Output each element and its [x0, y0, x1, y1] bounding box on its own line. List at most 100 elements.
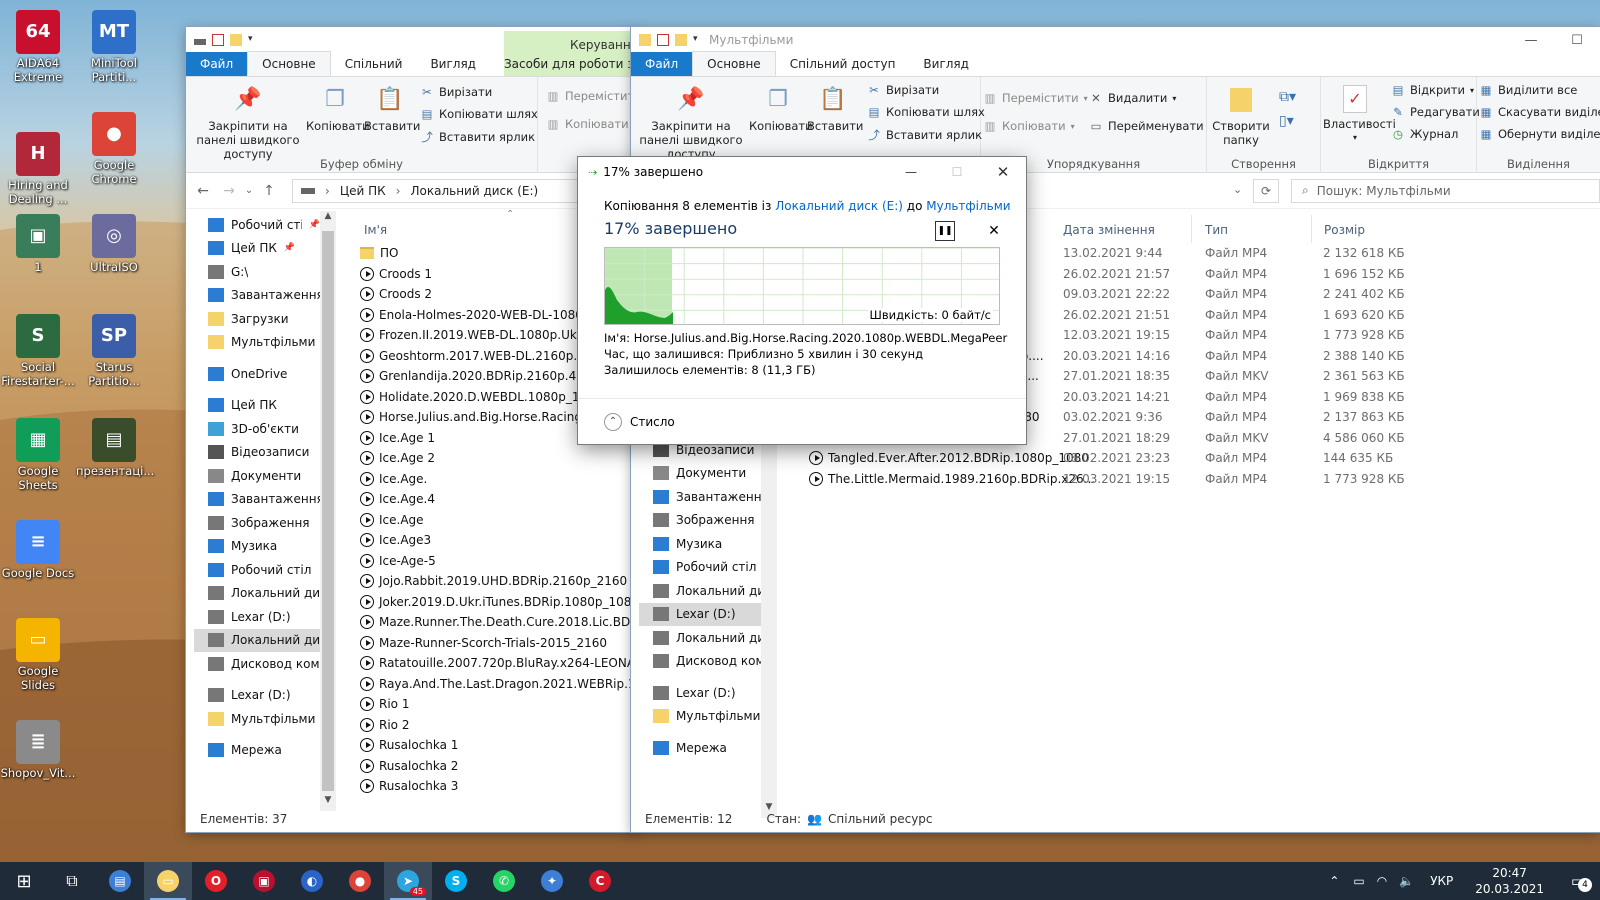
move-to-button[interactable]: ▥ Перемістити: [546, 89, 638, 103]
desktop-icon[interactable]: 64 AIDA64 Extreme: [0, 10, 76, 84]
tab-view[interactable]: Вигляд: [416, 52, 490, 76]
scroll-down-icon[interactable]: ▼: [320, 795, 336, 811]
taskbar-telegram-icon[interactable]: ➤ 45: [384, 862, 432, 900]
nav-item[interactable]: Музика: [194, 535, 320, 559]
tab-video-tools[interactable]: Засоби для роботи з: [490, 52, 638, 76]
copy-path-button[interactable]: ▤ Копіювати шлях: [867, 105, 985, 119]
file-row[interactable]: The.Little.Mermaid.1989.2160p.BDRip.x26.…: [809, 469, 1569, 490]
new-folder-icon[interactable]: [675, 34, 687, 46]
edit-button[interactable]: ✎ Редагувати: [1391, 105, 1480, 119]
left-nav-scroll-thumb[interactable]: [322, 231, 334, 791]
copy-button[interactable]: ❐ Копіювати: [749, 85, 813, 134]
file-row[interactable]: Maze-Runner-Scorch-Trials-2015_2160: [360, 633, 638, 654]
language-indicator[interactable]: УКР: [1420, 874, 1463, 888]
nav-item[interactable]: Дисковод комп: [194, 652, 320, 676]
nav-item[interactable]: Lexar (D:): [639, 681, 761, 705]
scroll-up-icon[interactable]: ▲: [320, 211, 336, 227]
open-button[interactable]: ▤ Відкрити ▾: [1391, 83, 1474, 97]
taskbar-skype-icon[interactable]: S: [432, 862, 480, 900]
paste-shortcut-button[interactable]: ⤴ Вставити ярлик: [867, 127, 982, 143]
start-windows-icon[interactable]: ⊞: [0, 862, 48, 900]
dialog-close-button[interactable]: ✕: [980, 157, 1026, 187]
tab-file[interactable]: Файл: [631, 52, 693, 76]
nav-item[interactable]: Зображення: [194, 511, 320, 535]
taskbar-chrome-icon[interactable]: ●: [336, 862, 384, 900]
file-row[interactable]: Ice-Age-5: [360, 551, 638, 572]
easy-access-icon[interactable]: ▯▾: [1279, 113, 1294, 129]
file-row[interactable]: Raya.And.The.Last.Dragon.2021.WEBRip.108…: [360, 674, 638, 695]
new-folder-icon[interactable]: [230, 34, 242, 46]
copy-to-button[interactable]: ▥ Копіювати: [546, 117, 629, 131]
address-dropdown-icon[interactable]: ⌄: [1233, 183, 1242, 196]
nav-item[interactable]: Робочий стіл: [639, 556, 761, 580]
desktop-icon[interactable]: SP Starus Partitio...: [76, 314, 152, 388]
nav-item[interactable]: 3D-об'єкти: [194, 417, 320, 441]
taskbar-app-c-icon[interactable]: C: [576, 862, 624, 900]
nav-item[interactable]: Мережа: [639, 736, 761, 760]
nav-item[interactable]: Lexar (D:): [639, 602, 761, 626]
tab-home[interactable]: Основне: [247, 51, 331, 76]
desktop-icon[interactable]: ▦ Google Sheets: [0, 418, 76, 492]
delete-button[interactable]: ✕ Видалити ▾: [1089, 91, 1176, 105]
pin-icon[interactable]: 📌: [309, 220, 320, 230]
file-row[interactable]: Ratatouille.2007.720p.BluRay.x264-LEONAR…: [360, 653, 638, 674]
file-row[interactable]: Ice.Age3: [360, 530, 638, 551]
source-link[interactable]: Локальний диск (E:): [775, 199, 903, 213]
new-item-icon[interactable]: ⧉▾: [1279, 89, 1296, 105]
collapse-chevron-icon[interactable]: ⌃: [604, 412, 622, 431]
less-details-link[interactable]: Стисло: [630, 415, 675, 429]
nav-item[interactable]: Мультфільми: [194, 331, 320, 355]
nav-item[interactable]: Робочий стіл: [194, 558, 320, 582]
tab-view[interactable]: Вигляд: [909, 52, 983, 76]
select-none-button[interactable]: ▦ Скасувати виділенн: [1479, 105, 1600, 119]
qa-dropdown-icon[interactable]: ▾: [693, 34, 701, 46]
desktop-icon[interactable]: ◎ UltraISO: [76, 214, 152, 274]
nav-item[interactable]: OneDrive: [194, 362, 320, 386]
pin-quick-access-button[interactable]: 📌 Закріпити на панелі швидкого доступу: [194, 85, 302, 162]
nav-item[interactable]: Відеозаписи: [194, 441, 320, 465]
column-divider[interactable]: [1311, 215, 1312, 243]
desktop-icon[interactable]: ≣ Shopov_Vit...: [0, 720, 76, 780]
paste-button[interactable]: 📋 Вставити: [807, 85, 863, 134]
forward-icon[interactable]: →: [216, 183, 242, 199]
nav-item[interactable]: Мережа: [194, 739, 320, 763]
pause-button[interactable]: ❚❚: [935, 221, 955, 241]
nav-item[interactable]: Lexar (D:): [194, 605, 320, 629]
nav-item[interactable]: Цей ПК 📌: [194, 237, 320, 261]
nav-item[interactable]: Локальний диск: [639, 626, 761, 650]
minimize-button[interactable]: —: [1508, 27, 1554, 53]
nav-item[interactable]: Музика: [639, 532, 761, 556]
right-nav-scrollbar[interactable]: ▼: [761, 438, 777, 818]
nav-item[interactable]: Локальний диск: [194, 582, 320, 606]
nav-item[interactable]: Документи: [194, 464, 320, 488]
desktop-icon[interactable]: ≡ Google Docs: [0, 520, 76, 580]
file-row[interactable]: Ice.Age.: [360, 469, 638, 490]
copy-path-button[interactable]: ▤ Копіювати шлях: [420, 107, 538, 121]
recent-dropdown-icon[interactable]: ⌄: [242, 185, 256, 196]
desktop-icon[interactable]: ▤ презентаці...: [76, 418, 154, 478]
column-header-size[interactable]: Розмір: [1324, 223, 1365, 237]
column-header-date[interactable]: Дата змінення: [1063, 223, 1155, 237]
left-nav-scrollbar[interactable]: ▲ ▼: [320, 211, 336, 811]
paste-shortcut-button[interactable]: ⤴ Вставити ярлик: [420, 129, 535, 145]
tray-overflow-icon[interactable]: ⌃: [1321, 874, 1347, 888]
nav-item[interactable]: Цей ПК: [194, 394, 320, 418]
column-divider[interactable]: [1191, 215, 1192, 243]
nav-item[interactable]: G:\: [194, 260, 320, 284]
qa-dropdown-icon[interactable]: ▾: [248, 34, 256, 46]
file-row[interactable]: Maze.Runner.The.Death.Cure.2018.Lic.BDRi…: [360, 612, 638, 633]
nav-item[interactable]: Завантаження: [194, 488, 320, 512]
file-row[interactable]: Jojo.Rabbit.2019.UHD.BDRip.2160p_2160: [360, 571, 638, 592]
pin-icon[interactable]: 📌: [284, 243, 295, 253]
nav-item[interactable]: Мультфільми: [194, 707, 320, 731]
nav-item[interactable]: Локальний диск: [194, 628, 320, 652]
tab-share[interactable]: Спільний доступ: [331, 52, 417, 95]
taskbar-file-explorer-icon[interactable]: ▭: [144, 862, 192, 900]
nav-item[interactable]: Робочий стіл 📌: [194, 213, 320, 237]
breadcrumb-this-pc[interactable]: Цей ПК: [340, 184, 386, 198]
search-input[interactable]: ⌕ Пошук: Мультфільми: [1291, 178, 1600, 203]
folder-icon[interactable]: [639, 34, 651, 46]
taskbar-app-headphones-icon[interactable]: ◐: [288, 862, 336, 900]
taskbar-whatsapp-icon[interactable]: ✆: [480, 862, 528, 900]
file-row[interactable]: Ice.Age: [360, 510, 638, 531]
